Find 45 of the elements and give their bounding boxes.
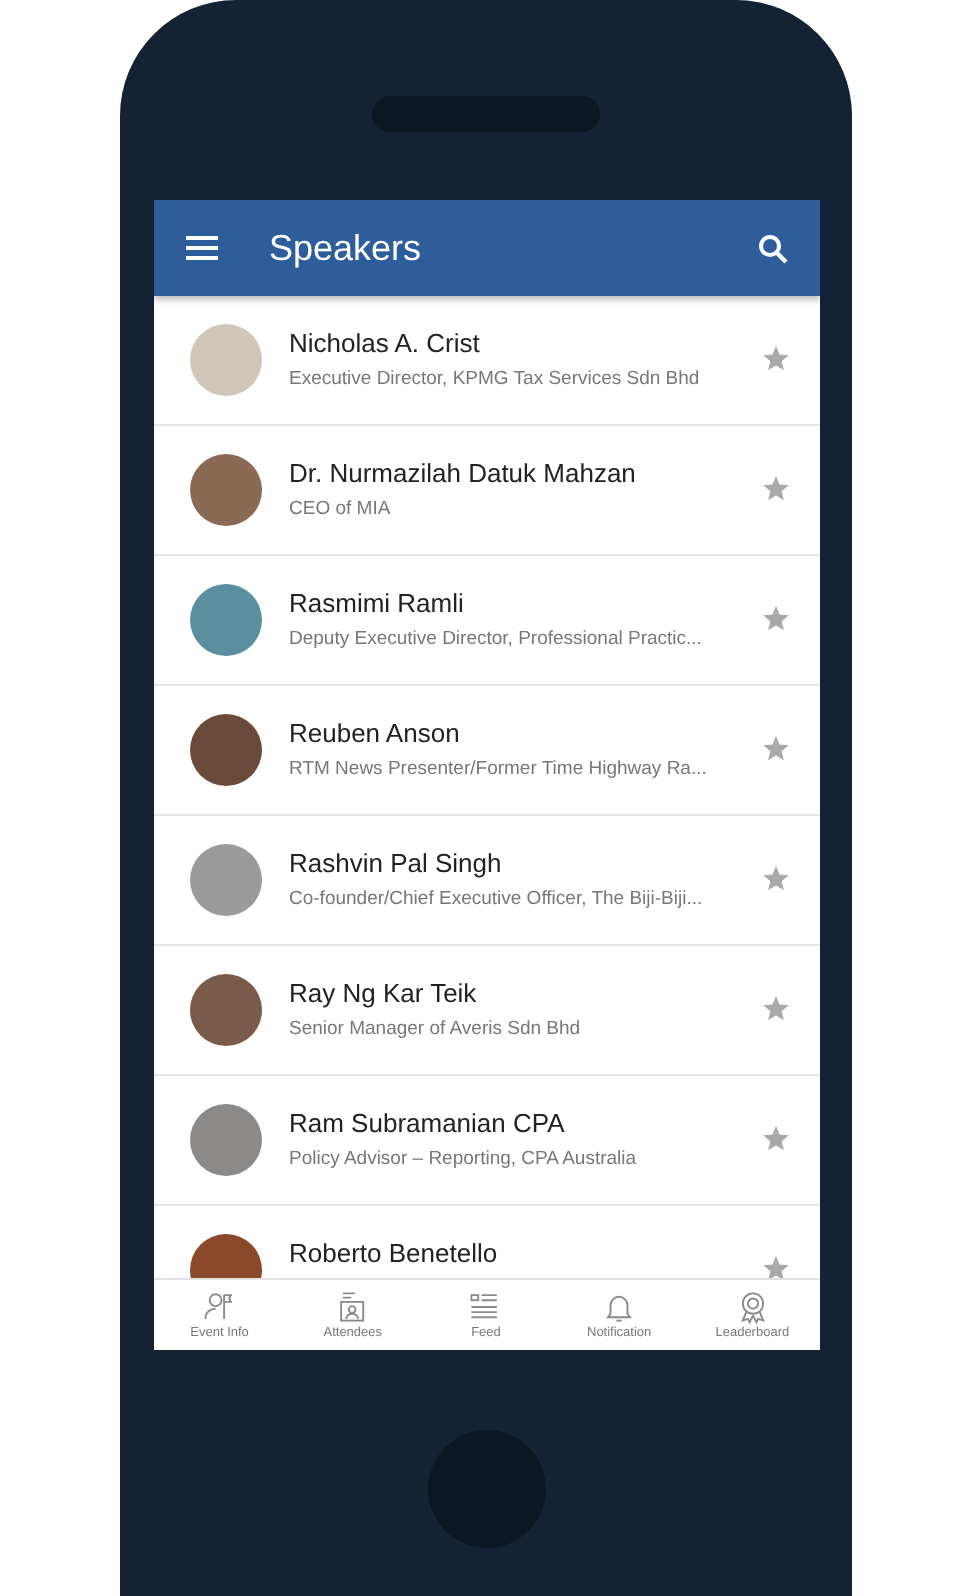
speaker-role: Policy Advisor – Reporting, CPA Australia — [289, 1148, 639, 1170]
star-icon[interactable] — [761, 1256, 789, 1278]
speaker-name: Ram Subramanian CPA — [289, 1108, 567, 1138]
bell-icon — [602, 1290, 637, 1324]
avatar — [189, 714, 261, 786]
star-icon[interactable] — [761, 346, 789, 372]
attendees-icon — [335, 1290, 370, 1324]
speaker-name: Nicholas A. Crist — [289, 328, 482, 358]
star-icon[interactable] — [761, 736, 789, 762]
avatar — [189, 974, 261, 1046]
speaker-row[interactable]: Ram Subramanian CPA Policy Advisor – Reporting, CPA Australia — [153, 1076, 819, 1206]
speaker-row[interactable]: Nicholas A. Crist Executive Director, KPMG Tax Services Sdn Bhd — [153, 296, 819, 426]
star-icon[interactable] — [761, 476, 789, 502]
speaker-role: RTM News Presenter/Former Time Highway Ra... — [289, 758, 709, 780]
speaker-role: Deputy Executive Director, Professional Practic... — [289, 628, 704, 650]
avatar — [189, 324, 261, 396]
search-icon[interactable] — [757, 233, 787, 263]
speaker-role: Senior Manager of Averis Sdn Bhd — [289, 1018, 583, 1040]
avatar — [189, 1104, 261, 1176]
avatar — [189, 584, 261, 656]
avatar — [189, 844, 261, 916]
screen-title: Speakers — [269, 227, 424, 269]
speaker-row[interactable]: Rashvin Pal Singh Co-founder/Chief Executive Officer, The Biji-Biji... — [153, 816, 819, 946]
speaker-name: Ray Ng Kar Teik — [289, 978, 479, 1008]
star-icon[interactable] — [761, 996, 789, 1022]
star-icon[interactable] — [761, 1126, 789, 1152]
event-icon — [202, 1290, 237, 1324]
speaker-role: Co-founder/Chief Executive Officer, The Biji-Biji... — [289, 888, 705, 910]
star-icon[interactable] — [761, 866, 789, 892]
speaker-row[interactable]: Rasmimi Ramli Deputy Executive Director, Professional Practic... — [153, 556, 819, 686]
menu-icon[interactable] — [185, 236, 217, 260]
avatar — [189, 454, 261, 526]
star-icon[interactable] — [761, 606, 789, 632]
speaker-row[interactable]: Reuben Anson RTM News Presenter/Former Time Highway Ra... — [153, 686, 819, 816]
speaker-name: Dr. Nurmazilah Datuk Mahzan — [289, 458, 638, 488]
speaker-name: Roberto Benetello — [289, 1238, 500, 1268]
speaker-role: CEO of MIA — [289, 498, 393, 520]
speaker-row[interactable]: Ray Ng Kar Teik Senior Manager of Averis Sdn Bhd — [153, 946, 819, 1076]
feed-icon — [468, 1290, 503, 1324]
speaker-name: Rashvin Pal Singh — [289, 848, 504, 878]
speaker-role: Executive Director, KPMG Tax Services Sdn Bhd — [289, 368, 702, 390]
speaker-name: Rasmimi Ramli — [289, 588, 466, 618]
speaker-name: Reuben Anson — [289, 718, 462, 748]
badge-icon — [735, 1290, 770, 1324]
speaker-row[interactable]: Dr. Nurmazilah Datuk Mahzan CEO of MIA — [153, 426, 819, 556]
